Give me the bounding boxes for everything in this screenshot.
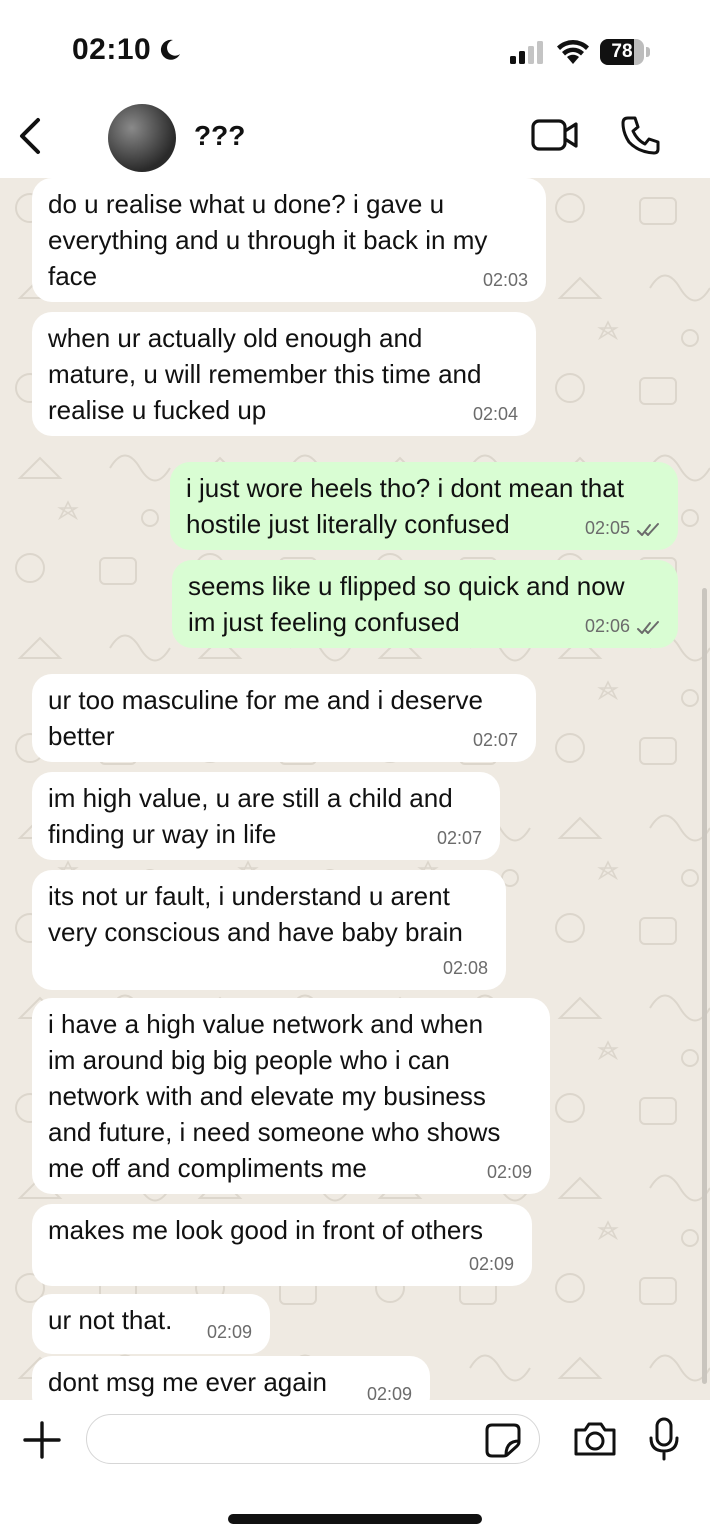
incoming-message[interactable]: i have a high value network and when im …: [32, 998, 550, 1194]
message-text: i have a high value network and when im …: [48, 1009, 501, 1183]
incoming-message[interactable]: dont msg me ever again 02:09: [32, 1356, 430, 1400]
sticker-icon[interactable]: [484, 1422, 522, 1458]
status-bar: 02:10 78: [0, 0, 710, 100]
home-indicator[interactable]: [228, 1514, 482, 1524]
chat-area[interactable]: do u realise what u done? i gave u every…: [0, 178, 710, 1400]
incoming-message[interactable]: ur too masculine for me and i deserve be…: [32, 674, 536, 762]
battery-indicator: 78: [600, 39, 652, 65]
message-time: 02:08: [442, 958, 488, 978]
message-time: 02:09: [486, 1162, 532, 1182]
double-check-icon: [637, 621, 659, 634]
outgoing-message[interactable]: i just wore heels tho? i dont mean that …: [170, 462, 678, 550]
incoming-message[interactable]: when ur actually old enough and mature, …: [32, 312, 536, 436]
phone-icon[interactable]: [620, 114, 662, 156]
message-time: 02:04: [472, 404, 518, 424]
video-camera-icon[interactable]: [530, 116, 580, 154]
message-text: when ur actually old enough and mature, …: [48, 323, 482, 425]
microphone-icon[interactable]: [646, 1416, 682, 1462]
battery-percent: 78: [611, 41, 633, 62]
message-time: 02:09: [468, 1254, 514, 1274]
status-time: 02:10: [72, 33, 152, 66]
avatar[interactable]: [108, 104, 176, 172]
scrollbar[interactable]: [702, 588, 707, 1384]
message-text: ur too masculine for me and i deserve be…: [48, 685, 483, 751]
chat-header: ???: [0, 100, 710, 178]
message-text: makes me look good in front of others: [48, 1215, 484, 1245]
message-text: dont msg me ever again: [48, 1367, 327, 1397]
double-check-icon: [637, 523, 659, 536]
contact-name[interactable]: ???: [194, 120, 245, 152]
moon-icon: [160, 39, 180, 60]
plus-icon[interactable]: [22, 1420, 62, 1460]
incoming-message[interactable]: its not ur fault, i understand u arent v…: [32, 870, 506, 990]
input-bar: [0, 1400, 710, 1538]
message-time: 02:09: [206, 1322, 252, 1342]
incoming-message[interactable]: makes me look good in front of others 02:…: [32, 1204, 532, 1286]
chevron-left-icon[interactable]: [14, 114, 46, 158]
message-time: 02:09: [366, 1384, 412, 1400]
wifi-icon: [557, 40, 589, 64]
incoming-message[interactable]: ur not that. 02:09: [32, 1294, 270, 1354]
message-input[interactable]: [86, 1414, 540, 1464]
message-time: 02:03: [482, 270, 528, 290]
signal-icon: [510, 41, 543, 64]
message-text: im high value, u are still a child and f…: [48, 783, 453, 849]
message-time: 02:07: [436, 828, 482, 848]
camera-icon[interactable]: [572, 1420, 618, 1458]
message-time: 02:07: [472, 730, 518, 750]
incoming-message[interactable]: do u realise what u done? i gave u every…: [32, 178, 546, 302]
outgoing-message[interactable]: seems like u flipped so quick and now im…: [172, 560, 678, 648]
message-time: 02:05: [584, 518, 630, 538]
message-text: its not ur fault, i understand u arent v…: [48, 881, 463, 947]
incoming-message[interactable]: im high value, u are still a child and f…: [32, 772, 500, 860]
message-time: 02:06: [584, 616, 630, 636]
message-text: do u realise what u done? i gave u every…: [48, 189, 488, 291]
